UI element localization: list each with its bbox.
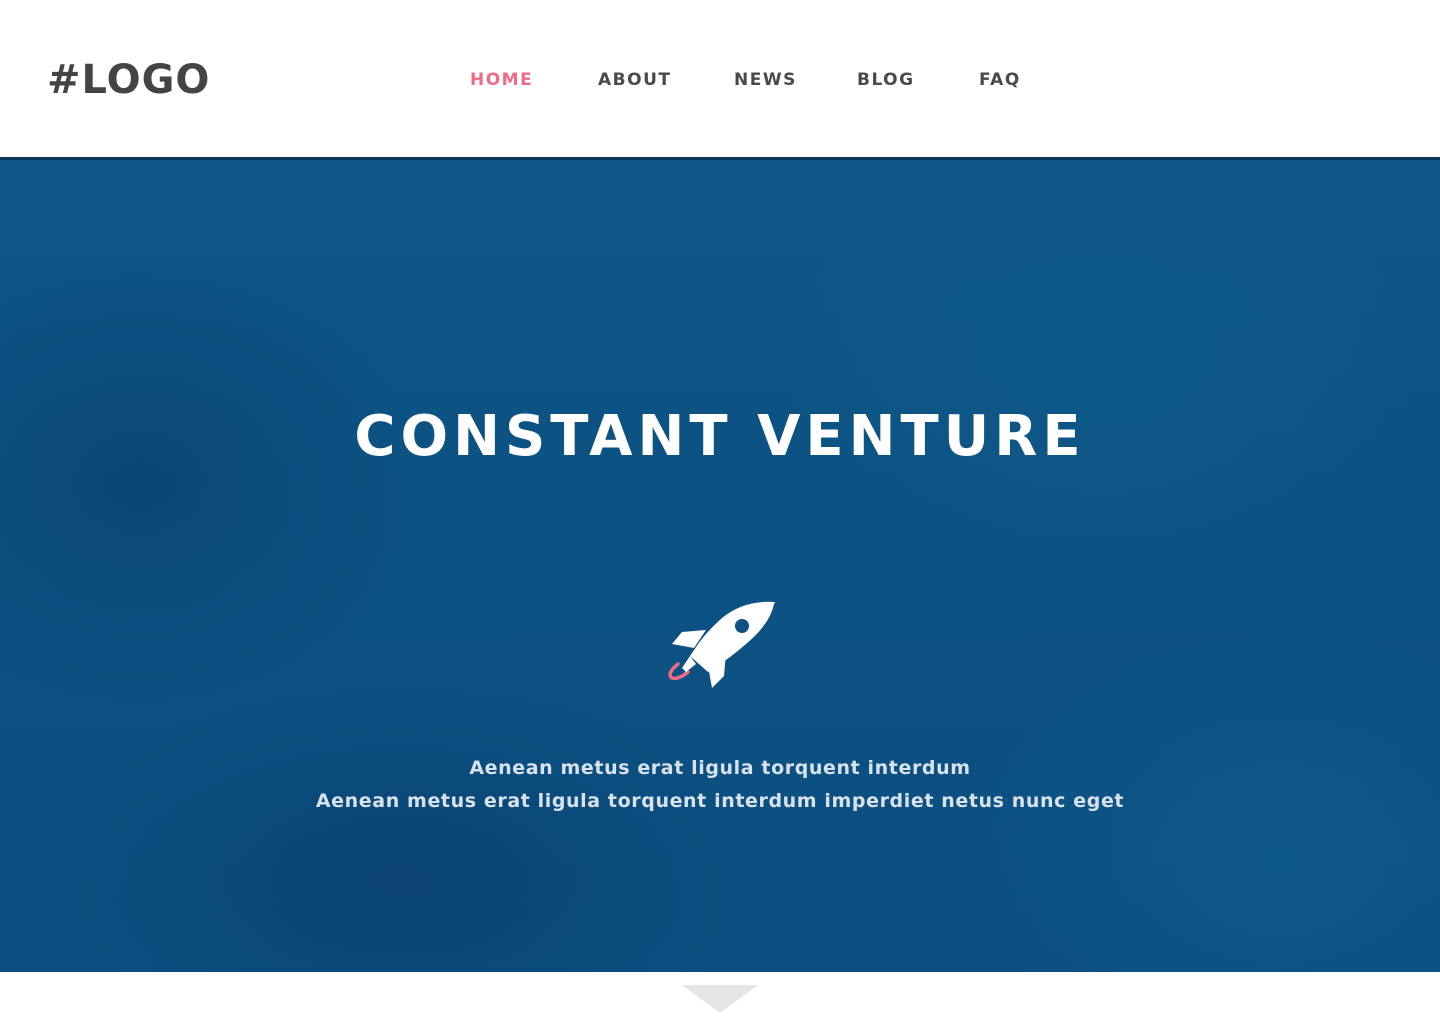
nav-item-blog[interactable]: BLOG	[857, 68, 915, 92]
hero-section: CONSTANT VENTURE Aenean metus erat ligul…	[0, 157, 1440, 972]
nav-item-about[interactable]: ABOUT	[598, 68, 671, 92]
hero-tagline-1: Aenean metus erat ligula torquent interd…	[469, 757, 971, 779]
main-nav: HOME ABOUT NEWS BLOG FAQ	[0, 68, 1440, 92]
nav-item-news[interactable]: NEWS	[734, 68, 797, 92]
scroll-down-icon[interactable]	[682, 985, 758, 1013]
hero-title: CONSTANT VENTURE	[354, 404, 1086, 469]
hero-tagline-2: Aenean metus erat ligula torquent interd…	[315, 790, 1125, 812]
nav-item-faq[interactable]: FAQ	[979, 68, 1021, 92]
site-header: #LOGO HOME ABOUT NEWS BLOG FAQ	[0, 0, 1440, 157]
nav-item-home[interactable]: HOME	[470, 68, 533, 92]
rocket-icon	[668, 601, 775, 688]
